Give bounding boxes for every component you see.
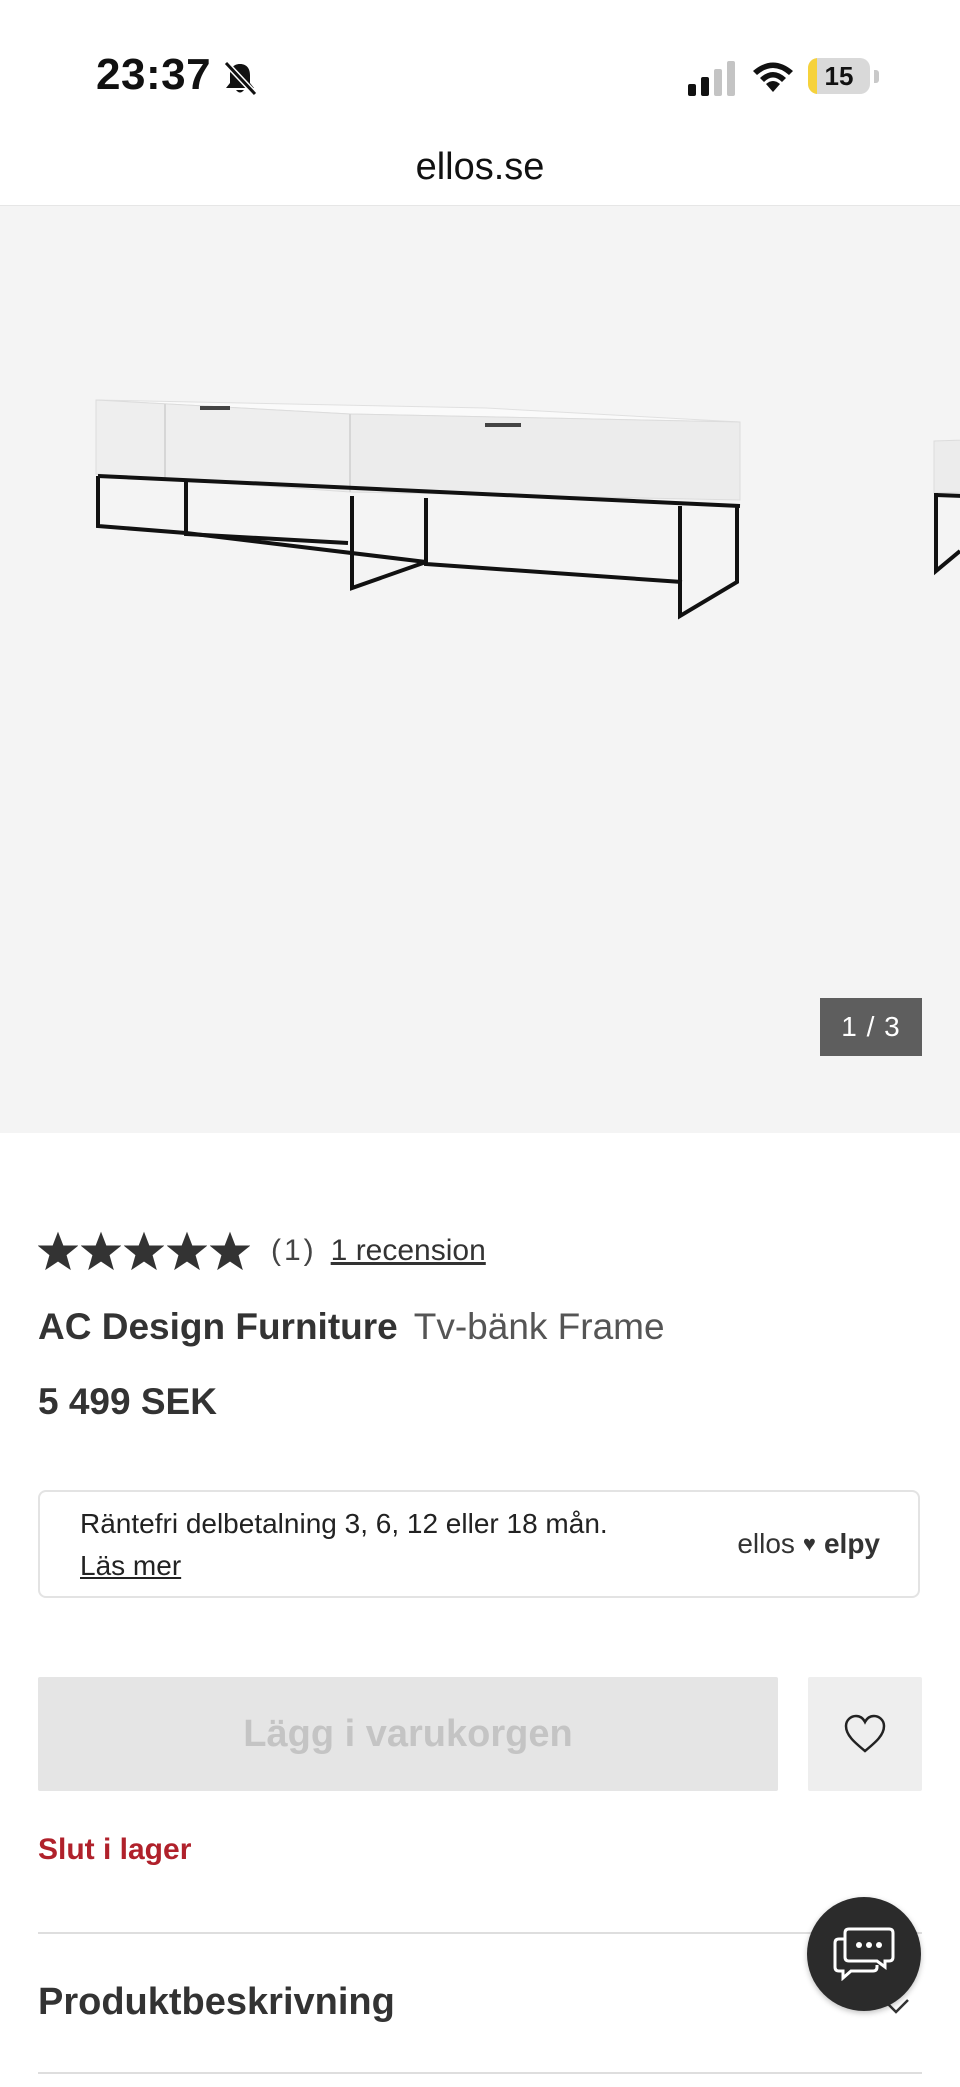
heart-icon: ♥ xyxy=(802,1531,816,1556)
rating-count: (1) xyxy=(271,1234,317,1267)
installment-text: Räntefri delbetalning 3, 6, 12 eller 18 … xyxy=(80,1508,608,1539)
product-brand[interactable]: AC Design Furniture xyxy=(38,1306,398,1347)
star-rating xyxy=(38,1231,253,1271)
chat-bubble-icon xyxy=(833,1927,895,1981)
image-counter: 1 / 3 xyxy=(820,998,922,1056)
product-image[interactable] xyxy=(90,386,760,626)
read-more-link[interactable]: Läs mer xyxy=(80,1550,181,1582)
product-price: 5 499 SEK xyxy=(38,1381,217,1422)
star-icon xyxy=(167,1231,207,1271)
star-icon xyxy=(124,1231,164,1271)
installment-info-box: Räntefri delbetalning 3, 6, 12 eller 18 … xyxy=(38,1490,920,1598)
bell-off-icon xyxy=(223,60,258,97)
wifi-icon xyxy=(753,62,793,92)
battery-indicator: 15 xyxy=(808,58,880,96)
battery-level: 15 xyxy=(824,61,854,91)
stock-status: Slut i lager xyxy=(38,1833,192,1866)
rating-row: (1) 1 recension xyxy=(38,1226,486,1276)
logo-elpy: elpy xyxy=(823,1528,880,1559)
battery-tip xyxy=(874,70,879,83)
logo-ellos: ellos xyxy=(737,1528,795,1559)
star-icon xyxy=(210,1231,250,1271)
ellos-elpy-logo: ellos ♥ elpy xyxy=(737,1528,880,1560)
chat-button[interactable] xyxy=(807,1897,921,2011)
status-time: 23:37 xyxy=(96,50,212,99)
product-description-heading[interactable]: Produktbeskrivning xyxy=(38,1981,395,2024)
heart-icon xyxy=(844,1714,886,1753)
next-image-preview[interactable] xyxy=(930,421,960,581)
status-bar: 23:37 15 xyxy=(0,0,960,130)
star-icon xyxy=(81,1231,121,1271)
battery-body: 15 xyxy=(808,58,870,94)
divider xyxy=(38,2072,922,2074)
product-title: AC Design Furniture Tv-bänk Frame xyxy=(38,1306,665,1348)
wishlist-button[interactable] xyxy=(808,1677,922,1791)
product-image-gallery[interactable]: 1 / 3 xyxy=(0,206,960,1133)
cellular-signal-icon xyxy=(688,61,735,96)
browser-url-bar[interactable]: ellos.se xyxy=(0,130,960,207)
url-text[interactable]: ellos.se xyxy=(416,146,545,188)
product-name: Tv-bänk Frame xyxy=(413,1306,665,1347)
reviews-link[interactable]: 1 recension xyxy=(331,1234,486,1268)
add-to-cart-button[interactable]: Lägg i varukorgen xyxy=(38,1677,778,1791)
divider xyxy=(38,1932,922,1934)
star-icon xyxy=(38,1231,78,1271)
